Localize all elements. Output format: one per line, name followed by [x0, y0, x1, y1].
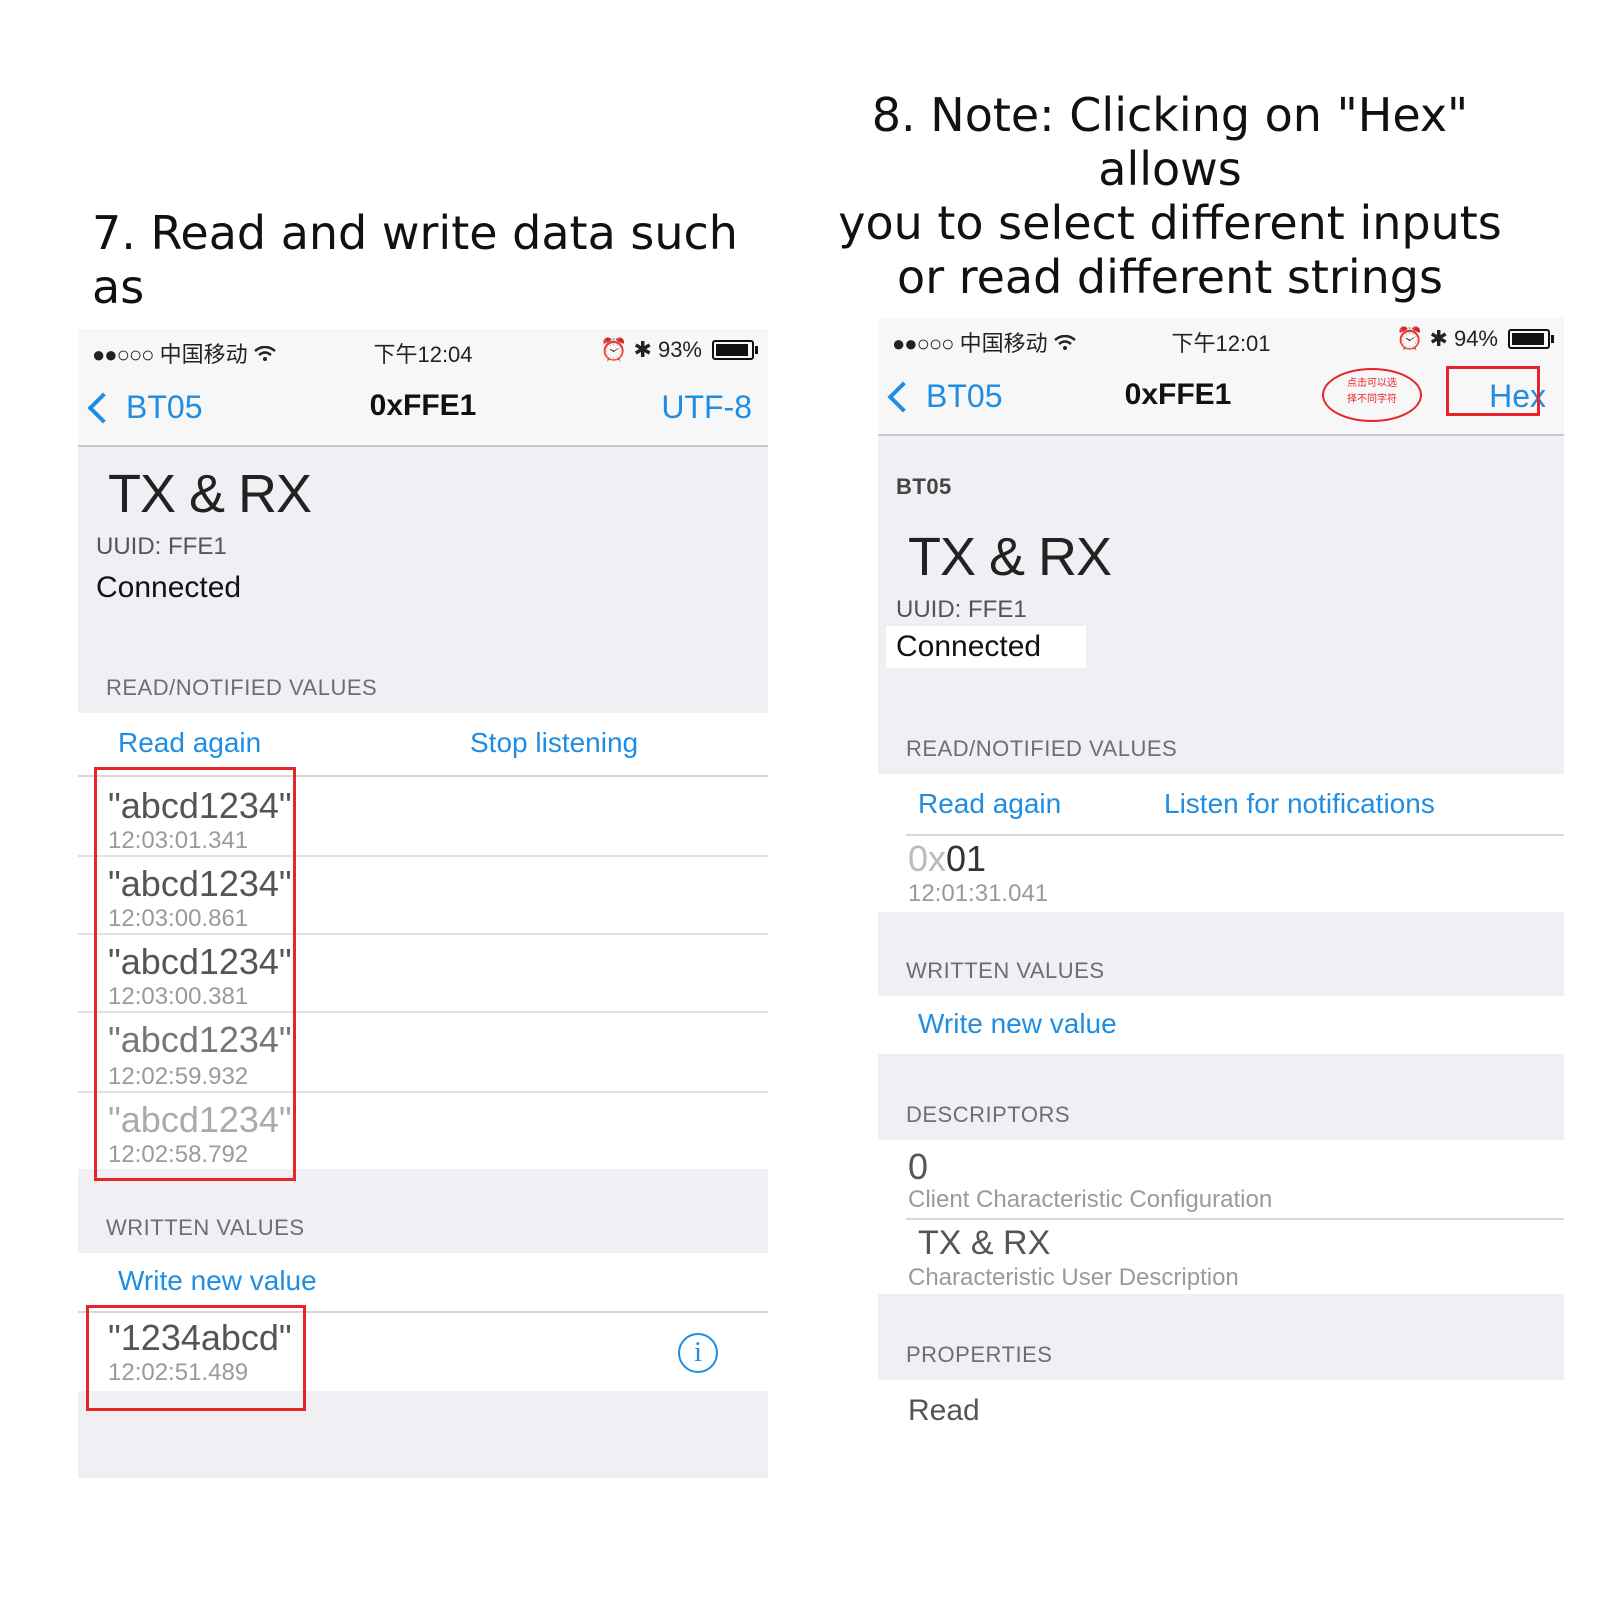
characteristic-title: TX & RX	[908, 527, 1112, 587]
bluetooth-icon: ✱	[1429, 326, 1448, 351]
step8-caption: 8. Note: Clicking on "Hex" allows you to…	[820, 88, 1520, 304]
nav-bar: BT05 0xFFE1 UTF-8	[78, 371, 768, 447]
alarm-icon: ⏰	[600, 337, 628, 362]
encoding-button[interactable]: UTF-8	[661, 389, 752, 426]
characteristic-title: TX & RX	[108, 464, 312, 524]
descriptor-value: 0	[908, 1146, 929, 1187]
written-values-list: Write new value	[878, 996, 1564, 1054]
annotation-text: 点击可以选	[1347, 378, 1397, 389]
hex-value: 01	[946, 838, 987, 879]
descriptors-section-header: DESCRIPTORS	[906, 1102, 1071, 1127]
step8-caption-line2: you to select different inputs	[838, 196, 1502, 250]
written-section-header: WRITTEN VALUES	[906, 958, 1105, 983]
characteristic-uuid: UUID: FFE1	[96, 533, 227, 560]
device-label: BT05	[896, 474, 952, 499]
read-section-header: READ/NOTIFIED VALUES	[106, 675, 378, 700]
step8-caption-line3: or read different strings	[897, 250, 1443, 304]
battery-icon	[1508, 329, 1554, 349]
read-value: 0x01	[908, 838, 986, 880]
descriptor-label: Client Characteristic Configuration	[908, 1186, 1273, 1213]
descriptors-list: 0 Client Characteristic Configuration TX…	[878, 1140, 1564, 1294]
connection-status: Connected	[96, 571, 242, 604]
read-again-button[interactable]: Read again	[118, 727, 261, 759]
divider	[906, 1218, 1564, 1220]
alarm-icon: ⏰	[1396, 326, 1424, 351]
battery-icon	[712, 340, 758, 360]
info-icon[interactable]: i	[678, 1333, 718, 1373]
battery-percent: 94%	[1453, 326, 1498, 351]
left-phone-screenshot: ●●○○○ 中国移动 下午12:04 ⏰ ✱ 93% BT05 0xFFE1 U…	[78, 329, 768, 1478]
property-item: Read	[908, 1394, 980, 1427]
listen-notifications-button[interactable]: Listen for notifications	[1164, 788, 1435, 820]
battery-fill	[716, 344, 748, 356]
descriptor-value: TX & RX	[918, 1224, 1051, 1262]
divider	[906, 834, 1564, 836]
hex-prefix: 0x	[908, 838, 947, 879]
bluetooth-icon: ✱	[633, 337, 652, 362]
annotation-bubble: 点击可以选 择不同字符	[1322, 368, 1422, 422]
step8-caption-line1: 8. Note: Clicking on "Hex" allows	[871, 88, 1469, 196]
written-value-highlight	[86, 1305, 306, 1411]
write-new-value-button[interactable]: Write new value	[918, 1008, 1117, 1040]
read-timestamp: 12:01:31.041	[908, 880, 1049, 907]
descriptor-label: Characteristic User Description	[908, 1264, 1239, 1291]
battery-fill	[1512, 333, 1544, 345]
right-phone-screenshot: ●●○○○ 中国移动 下午12:01 ⏰ ✱ 94% BT05 0xFFE1 点…	[878, 318, 1564, 1478]
written-section-header: WRITTEN VALUES	[106, 1215, 305, 1240]
hex-highlight	[1446, 366, 1540, 416]
read-section-header: READ/NOTIFIED VALUES	[906, 736, 1178, 761]
nav-bar: BT05 0xFFE1 点击可以选 择不同字符 Hex	[878, 360, 1564, 436]
read-values-list: Read again Listen for notifications 0x01…	[878, 774, 1564, 912]
status-bar: ●●○○○ 中国移动 下午12:01 ⏰ ✱ 94%	[878, 318, 1564, 360]
battery-percent: 93%	[657, 337, 702, 362]
characteristic-uuid: UUID: FFE1	[896, 596, 1027, 623]
properties-list: Read	[878, 1380, 1564, 1478]
stop-listening-button[interactable]: Stop listening	[470, 727, 638, 759]
properties-section-header: PROPERTIES	[906, 1342, 1053, 1367]
read-values-highlight	[94, 767, 296, 1181]
annotation-text: 择不同字符	[1347, 394, 1397, 405]
read-again-button[interactable]: Read again	[918, 788, 1061, 820]
connection-status: Connected	[886, 626, 1086, 668]
write-new-value-button[interactable]: Write new value	[118, 1265, 317, 1297]
status-bar: ●●○○○ 中国移动 下午12:04 ⏰ ✱ 93%	[78, 329, 768, 371]
step7-caption: 7. Read and write data such as	[92, 206, 738, 314]
